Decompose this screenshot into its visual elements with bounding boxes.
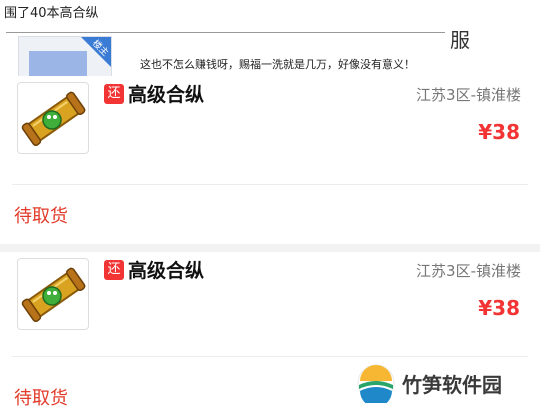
watermark: 竹笋软件园 (350, 357, 540, 411)
scroll-icon[interactable] (17, 258, 89, 330)
order-status[interactable]: 待取货 (14, 384, 68, 410)
watermark-text: 竹笋软件园 (402, 373, 502, 397)
refund-tag: 还 (104, 260, 124, 280)
order-status[interactable]: 待取货 (14, 202, 68, 228)
server-name: 江苏3区-镇淮楼 (416, 262, 521, 280)
order-card[interactable]: 还 高级合纵 江苏3区-镇淮楼 ¥38 待取货 (0, 76, 540, 244)
post-thumbnail[interactable]: 楼主 (18, 36, 112, 81)
scroll-icon[interactable] (17, 82, 89, 154)
post-title: 围了40本高合纵 (4, 6, 99, 21)
refund-tag: 还 (104, 84, 124, 104)
item-price: ¥38 (478, 296, 520, 320)
post-title-fragment: 服 (450, 28, 470, 52)
overlay-post: 围了40本高合纵 服 楼主 这也不怎么赚钱呀，赐福一洗就是几万，好像没有意义！ (0, 0, 540, 81)
server-name: 江苏3区-镇淮楼 (416, 86, 521, 104)
site-logo-icon (357, 364, 395, 403)
post-description: 这也不怎么赚钱呀，赐福一洗就是几万，好像没有意义！ (140, 58, 415, 71)
item-name[interactable]: 高级合纵 (128, 256, 204, 283)
post-divider (6, 32, 445, 33)
card-divider (12, 184, 528, 185)
item-price: ¥38 (478, 120, 520, 144)
item-name[interactable]: 高级合纵 (128, 80, 204, 107)
